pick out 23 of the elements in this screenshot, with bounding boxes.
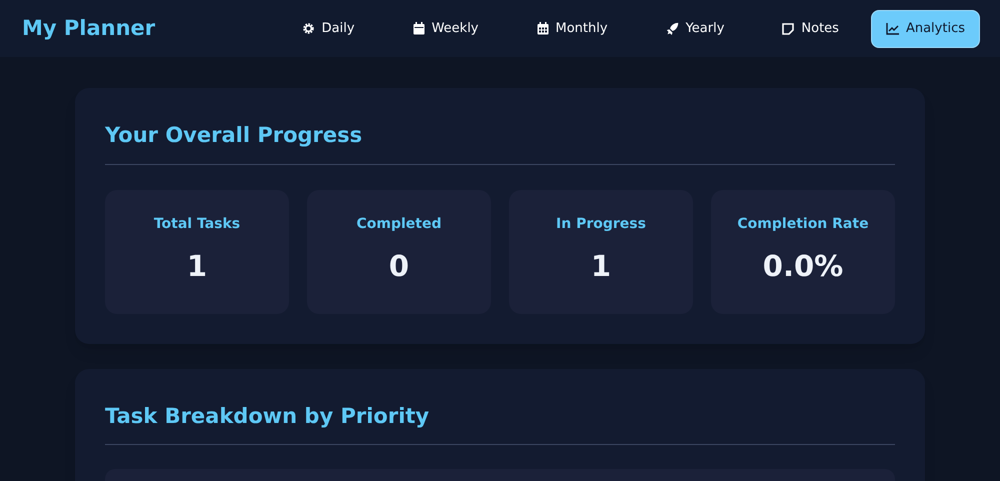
calendar-icon [536,22,548,35]
chart-line-icon [886,22,899,34]
section-title: Task Breakdown by Priority [105,400,895,445]
stat-label: In Progress [556,215,646,234]
rocket-icon [666,22,679,35]
stat-label: Completed [356,215,442,234]
stat-label: Total Tasks [154,215,240,234]
stat-value: 1 [590,248,612,286]
calendar-icon [412,22,425,35]
stat-label: Completion Rate [737,215,869,234]
stat-value: 0 [388,248,410,286]
gear-icon [302,22,315,35]
section-title: Your Overall Progress [105,120,895,164]
stat-value: 1 [186,248,208,286]
nav-tab[interactable]: Monthly [522,10,622,48]
stat-value: 0.0% [762,248,844,286]
nav-tab[interactable]: Weekly [398,10,492,48]
nav-tab[interactable]: Analytics [870,10,980,48]
nav-tab[interactable]: Notes [768,10,853,48]
nav-tab[interactable]: Daily [288,10,369,48]
app-title: My Planner [22,14,156,42]
nav-tab[interactable]: Yearly [652,10,738,48]
note-icon [782,22,794,34]
